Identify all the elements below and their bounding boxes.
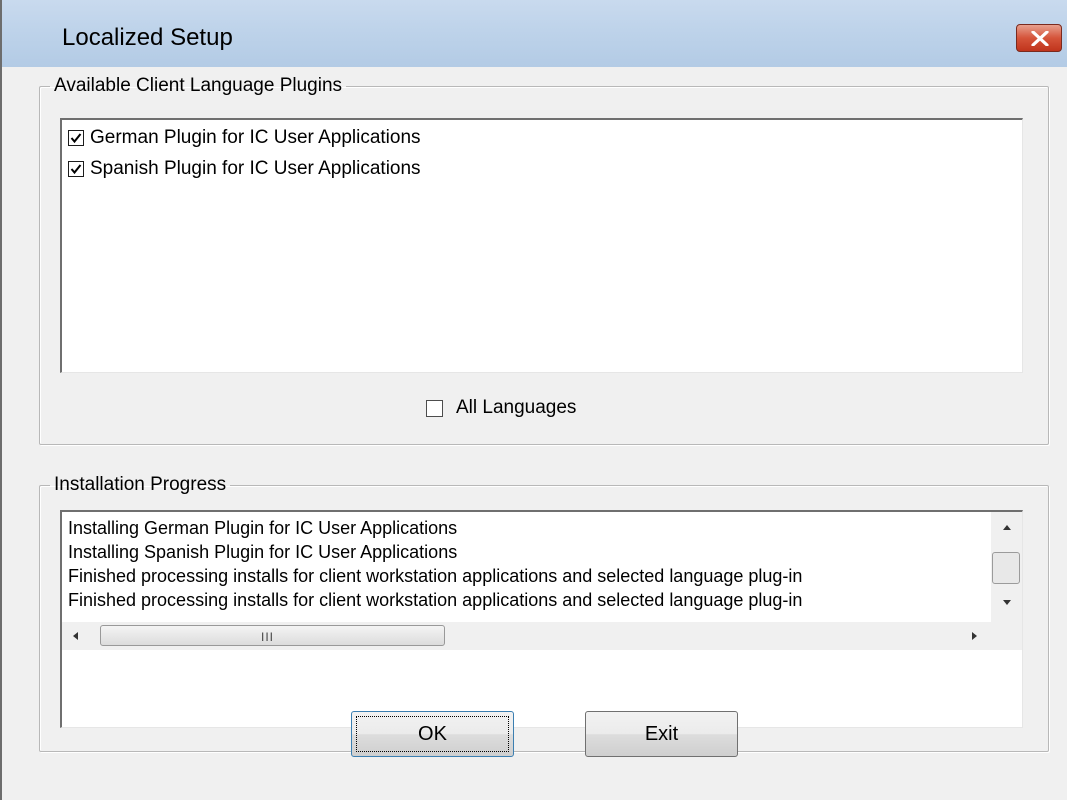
log-line: Finished processing installs for client …: [68, 590, 803, 610]
close-icon: [1031, 31, 1049, 46]
vertical-scroll-thumb[interactable]: [992, 552, 1020, 584]
vertical-scrollbar[interactable]: [991, 512, 1022, 622]
arrow-right-icon: [972, 632, 977, 640]
log-line: Finished processing installs for client …: [68, 566, 803, 586]
plugin-item-spanish[interactable]: Spanish Plugin for IC User Applications: [68, 155, 421, 183]
all-languages-option[interactable]: All Languages: [426, 395, 576, 421]
arrow-left-icon: [73, 632, 78, 640]
arrow-down-icon: [1003, 600, 1011, 605]
horizontal-scroll-thumb[interactable]: III: [100, 625, 445, 646]
checkmark-icon: [70, 164, 82, 175]
log-lines: Installing German Plugin for IC User App…: [68, 516, 988, 612]
exit-button-label: Exit: [644, 722, 679, 745]
installation-log-box[interactable]: Installing German Plugin for IC User App…: [60, 510, 1023, 728]
horizontal-scrollbar[interactable]: III: [62, 622, 991, 650]
focus-rectangle: [356, 716, 509, 752]
scroll-up-button[interactable]: [991, 516, 1022, 538]
spanish-plugin-label: Spanish Plugin for IC User Applications: [90, 158, 421, 179]
scroll-corner: [991, 622, 1022, 650]
scroll-down-button[interactable]: [991, 592, 1022, 614]
title-bar[interactable]: Localized Setup: [2, 0, 1067, 67]
window-title: Localized Setup: [62, 24, 233, 51]
scroll-right-button[interactable]: [960, 622, 988, 650]
localized-setup-dialog: Localized Setup Available Client Languag…: [0, 0, 1067, 800]
arrow-up-icon: [1003, 525, 1011, 530]
close-button[interactable]: [1016, 24, 1062, 52]
ok-button[interactable]: OK: [351, 711, 514, 757]
plugin-item-german[interactable]: German Plugin for IC User Applications: [68, 124, 421, 152]
scroll-grip-icon: III: [261, 630, 275, 644]
spanish-plugin-checkbox[interactable]: [68, 161, 84, 177]
all-languages-checkbox[interactable]: [426, 399, 443, 417]
german-plugin-checkbox[interactable]: [68, 130, 84, 146]
log-line: Installing German Plugin for IC User App…: [68, 518, 458, 538]
log-line: Installing Spanish Plugin for IC User Ap…: [68, 542, 458, 562]
german-plugin-label: German Plugin for IC User Applications: [90, 127, 421, 148]
scroll-left-button[interactable]: [62, 622, 90, 650]
checkmark-icon: [70, 133, 82, 144]
all-languages-label: All Languages: [456, 397, 577, 418]
plugins-group-legend: Available Client Language Plugins: [54, 75, 343, 96]
exit-button[interactable]: Exit: [585, 711, 738, 757]
progress-group-legend: Installation Progress: [54, 474, 227, 495]
dialog-client-area: Available Client Language Plugins German…: [2, 67, 1067, 800]
plugins-listbox[interactable]: German Plugin for IC User Applications S…: [60, 118, 1023, 373]
